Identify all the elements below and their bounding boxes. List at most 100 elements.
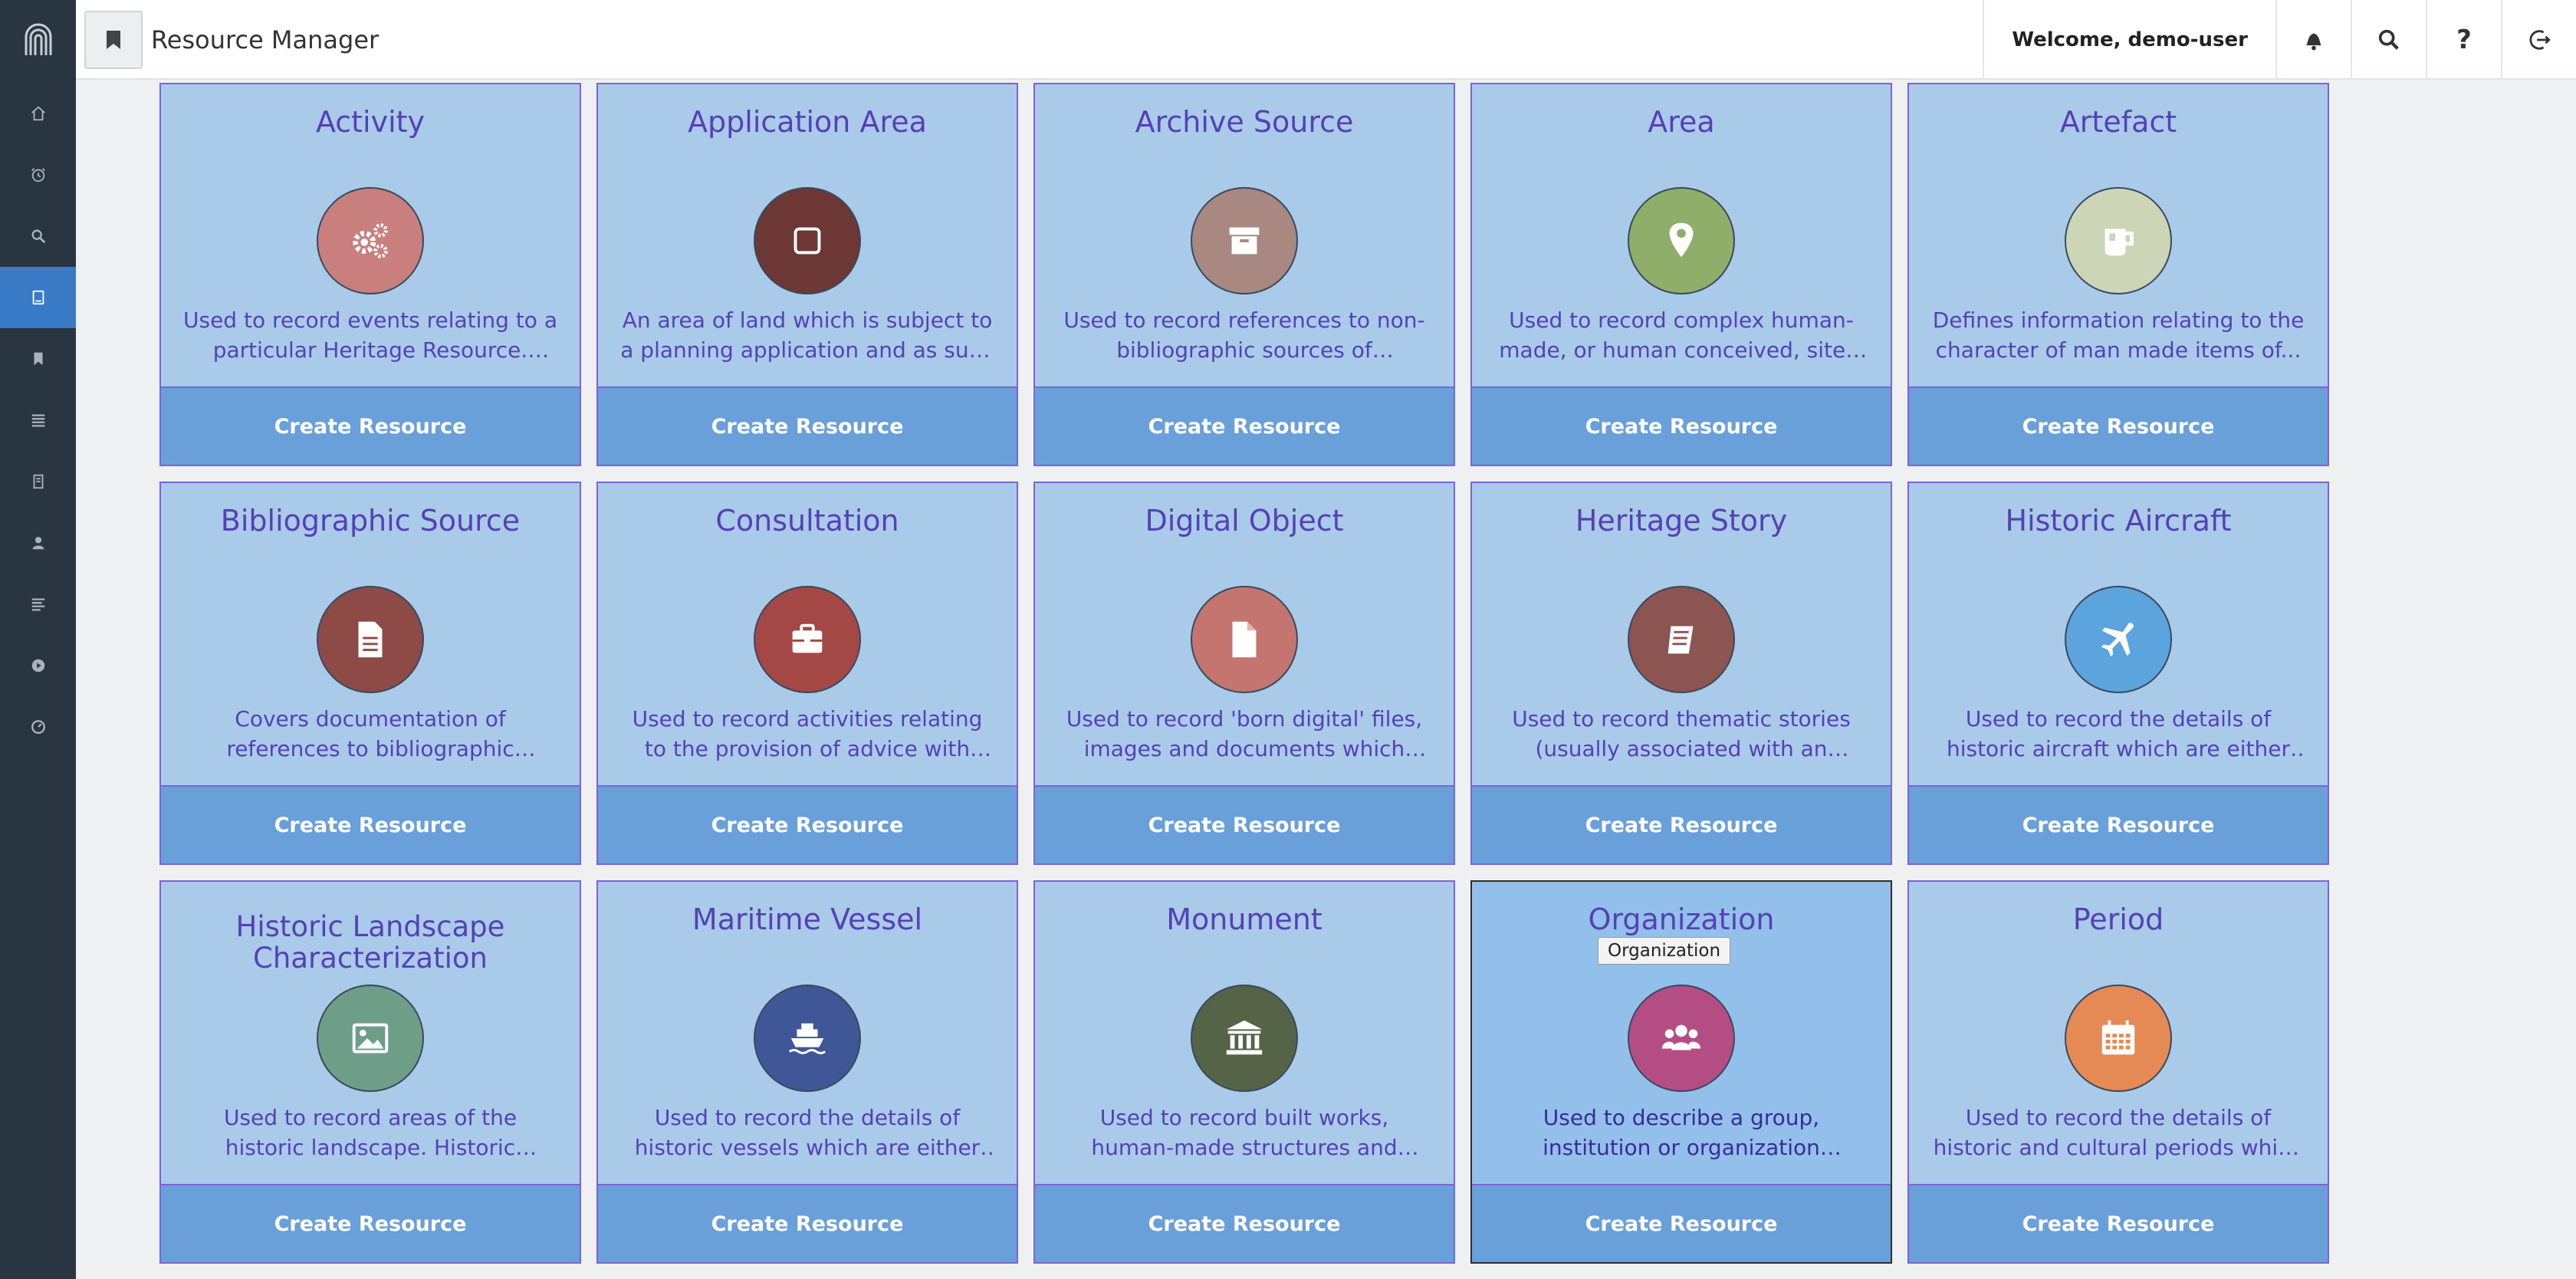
alarm-clock-icon: [31, 168, 45, 182]
create-resource-button[interactable]: Create Resource: [161, 1184, 580, 1262]
plane-icon: [2065, 586, 2172, 693]
resource-card-monument[interactable]: Monument Used to record built works, huma…: [1033, 880, 1455, 1264]
sidebar-item-bookmarks[interactable]: [0, 328, 76, 390]
briefcase-icon: [754, 586, 861, 693]
card-title: Archive Source: [1135, 105, 1354, 139]
create-resource-button[interactable]: Create Resource: [1909, 785, 2328, 863]
sidebar-item-play[interactable]: [0, 635, 76, 696]
create-resource-button[interactable]: Create Resource: [1035, 785, 1454, 863]
ship-icon: [754, 985, 861, 1092]
calendar-icon: [2065, 985, 2172, 1092]
resource-card-consultation[interactable]: Consultation Used to record activities re…: [596, 482, 1018, 865]
create-resource-button[interactable]: Create Resource: [598, 1184, 1017, 1262]
sidebar-item-alarm[interactable]: [0, 144, 76, 205]
card-title: Application Area: [688, 105, 927, 139]
sidebar-item-list[interactable]: [0, 390, 76, 451]
resource-card-maritime-vessel[interactable]: Maritime Vessel Used to record the detail…: [596, 880, 1018, 1264]
resource-card-heritage-story[interactable]: Heritage Story Used to record thematic st…: [1470, 482, 1892, 865]
bookmark-icon: [34, 352, 42, 366]
resource-card-historic-aircraft[interactable]: Historic Aircraft Used to record the deta…: [1907, 482, 2329, 865]
help-button[interactable]: ?: [2426, 0, 2501, 80]
card-description: Defines information relating to the char…: [1932, 307, 2305, 363]
users-icon: [1628, 985, 1735, 1092]
bell-icon: [2306, 33, 2321, 51]
resource-card-area[interactable]: Area Used to record complex human-made, o…: [1470, 83, 1892, 466]
resource-card-digital-object[interactable]: Digital Object Used to record 'born digit…: [1033, 482, 1455, 865]
create-resource-button[interactable]: Create Resource: [161, 386, 580, 465]
card-description: Used to record built works, human-made s…: [1091, 1105, 1398, 1160]
card-description: Used to record the details of historic a…: [1933, 1105, 2304, 1160]
card-description: Used to record the details of historic v…: [634, 1105, 981, 1160]
create-resource-button[interactable]: Create Resource: [1472, 785, 1891, 863]
card-title: Historic Landscape Characterization: [235, 910, 505, 975]
card-title: Digital Object: [1145, 504, 1344, 538]
book-icon: [1628, 586, 1735, 693]
card-title: Historic Aircraft: [2005, 504, 2232, 538]
card-description: Used to record areas of the historic lan…: [223, 1105, 518, 1160]
archive-box-icon: [1191, 187, 1298, 294]
resource-card-historic-landscape-characterization[interactable]: Historic Landscape Characterization Used …: [159, 880, 581, 1264]
create-resource-button[interactable]: Create Resource: [598, 785, 1017, 863]
card-title: Period: [2072, 903, 2164, 936]
card-description: Used to record complex human-made, or hu…: [1499, 307, 1864, 363]
sidebar: [0, 0, 76, 1279]
create-resource-button[interactable]: Create Resource: [1472, 386, 1891, 465]
card-description: Covers documentation of references to bi…: [226, 706, 514, 761]
home-icon: [31, 106, 45, 121]
search-icon: [31, 229, 45, 244]
resource-card-archive-source[interactable]: Archive Source Used to record references …: [1033, 83, 1455, 466]
resource-manager-icon: [32, 290, 44, 305]
sidebar-item-resource-manager[interactable]: [0, 267, 76, 328]
bookmark-button[interactable]: [84, 11, 143, 69]
resource-card-artefact[interactable]: Artefact Defines information relating to …: [1907, 83, 2329, 466]
resource-card-activity[interactable]: Activity Used to record events relating t…: [159, 83, 581, 466]
top-header: Resource Manager Welcome, demo-user ?: [76, 0, 2576, 80]
bookmark-icon: [107, 31, 120, 49]
mug-icon: [2065, 187, 2172, 294]
square-icon: [754, 187, 861, 294]
list-icon: [31, 414, 44, 427]
card-description: Used to record thematic stories (usually…: [1512, 706, 1851, 761]
sidebar-item-profile[interactable]: [0, 512, 76, 574]
create-resource-button[interactable]: Create Resource: [161, 785, 580, 863]
card-description: Used to record the details of historic a…: [1946, 706, 2291, 761]
search-button[interactable]: [2351, 0, 2426, 80]
logout-button[interactable]: [2501, 0, 2576, 80]
create-resource-button[interactable]: Create Resource: [598, 386, 1017, 465]
card-title: Organization: [1588, 903, 1775, 936]
lines-icon: [31, 598, 44, 611]
logo-icon[interactable]: [0, 0, 76, 80]
tooltip: Organization: [1598, 937, 1731, 965]
card-title: Heritage Story: [1575, 504, 1788, 538]
notifications-button[interactable]: [2275, 0, 2351, 80]
card-title: Activity: [315, 105, 426, 139]
sidebar-item-documents[interactable]: [0, 451, 76, 512]
card-title: Consultation: [715, 504, 899, 538]
resource-card-application-area[interactable]: Application Area An area of land which is…: [596, 83, 1018, 466]
card-title: Artefact: [2059, 105, 2177, 139]
sidebar-item-home[interactable]: [0, 83, 76, 144]
create-resource-button[interactable]: Create Resource: [1909, 386, 2328, 465]
resource-card-period[interactable]: Period Used to record the details of hist…: [1907, 880, 2329, 1264]
card-description: Used to record activities relating to th…: [632, 706, 983, 761]
create-resource-button[interactable]: Create Resource: [1472, 1184, 1891, 1262]
file-icon: [1191, 586, 1298, 693]
create-resource-button[interactable]: Create Resource: [1035, 386, 1454, 465]
user-icon: [32, 537, 44, 550]
card-description: Used to record references to non-bibliog…: [1063, 307, 1425, 363]
resource-card-bibliographic-source[interactable]: Bibliographic Source Covers documentation…: [159, 482, 581, 865]
sidebar-item-dashboard[interactable]: [0, 696, 76, 758]
sidebar-item-search[interactable]: [0, 205, 76, 267]
card-description: Used to record 'born digital' files, ima…: [1066, 706, 1423, 761]
create-resource-button[interactable]: Create Resource: [1035, 1184, 1454, 1262]
card-title: Monument: [1166, 903, 1322, 936]
card-description: Used to describe a group, institution or…: [1543, 1105, 1820, 1160]
image-icon: [317, 985, 424, 1092]
cogs-icon: [317, 187, 424, 294]
create-resource-button[interactable]: Create Resource: [1909, 1184, 2328, 1262]
welcome-user[interactable]: Welcome, demo-user: [1983, 0, 2275, 80]
document-icon: [33, 474, 43, 489]
sidebar-item-lines[interactable]: [0, 574, 76, 635]
card-description: Used to record events relating to a part…: [183, 307, 557, 363]
play-circle-icon: [31, 659, 44, 672]
